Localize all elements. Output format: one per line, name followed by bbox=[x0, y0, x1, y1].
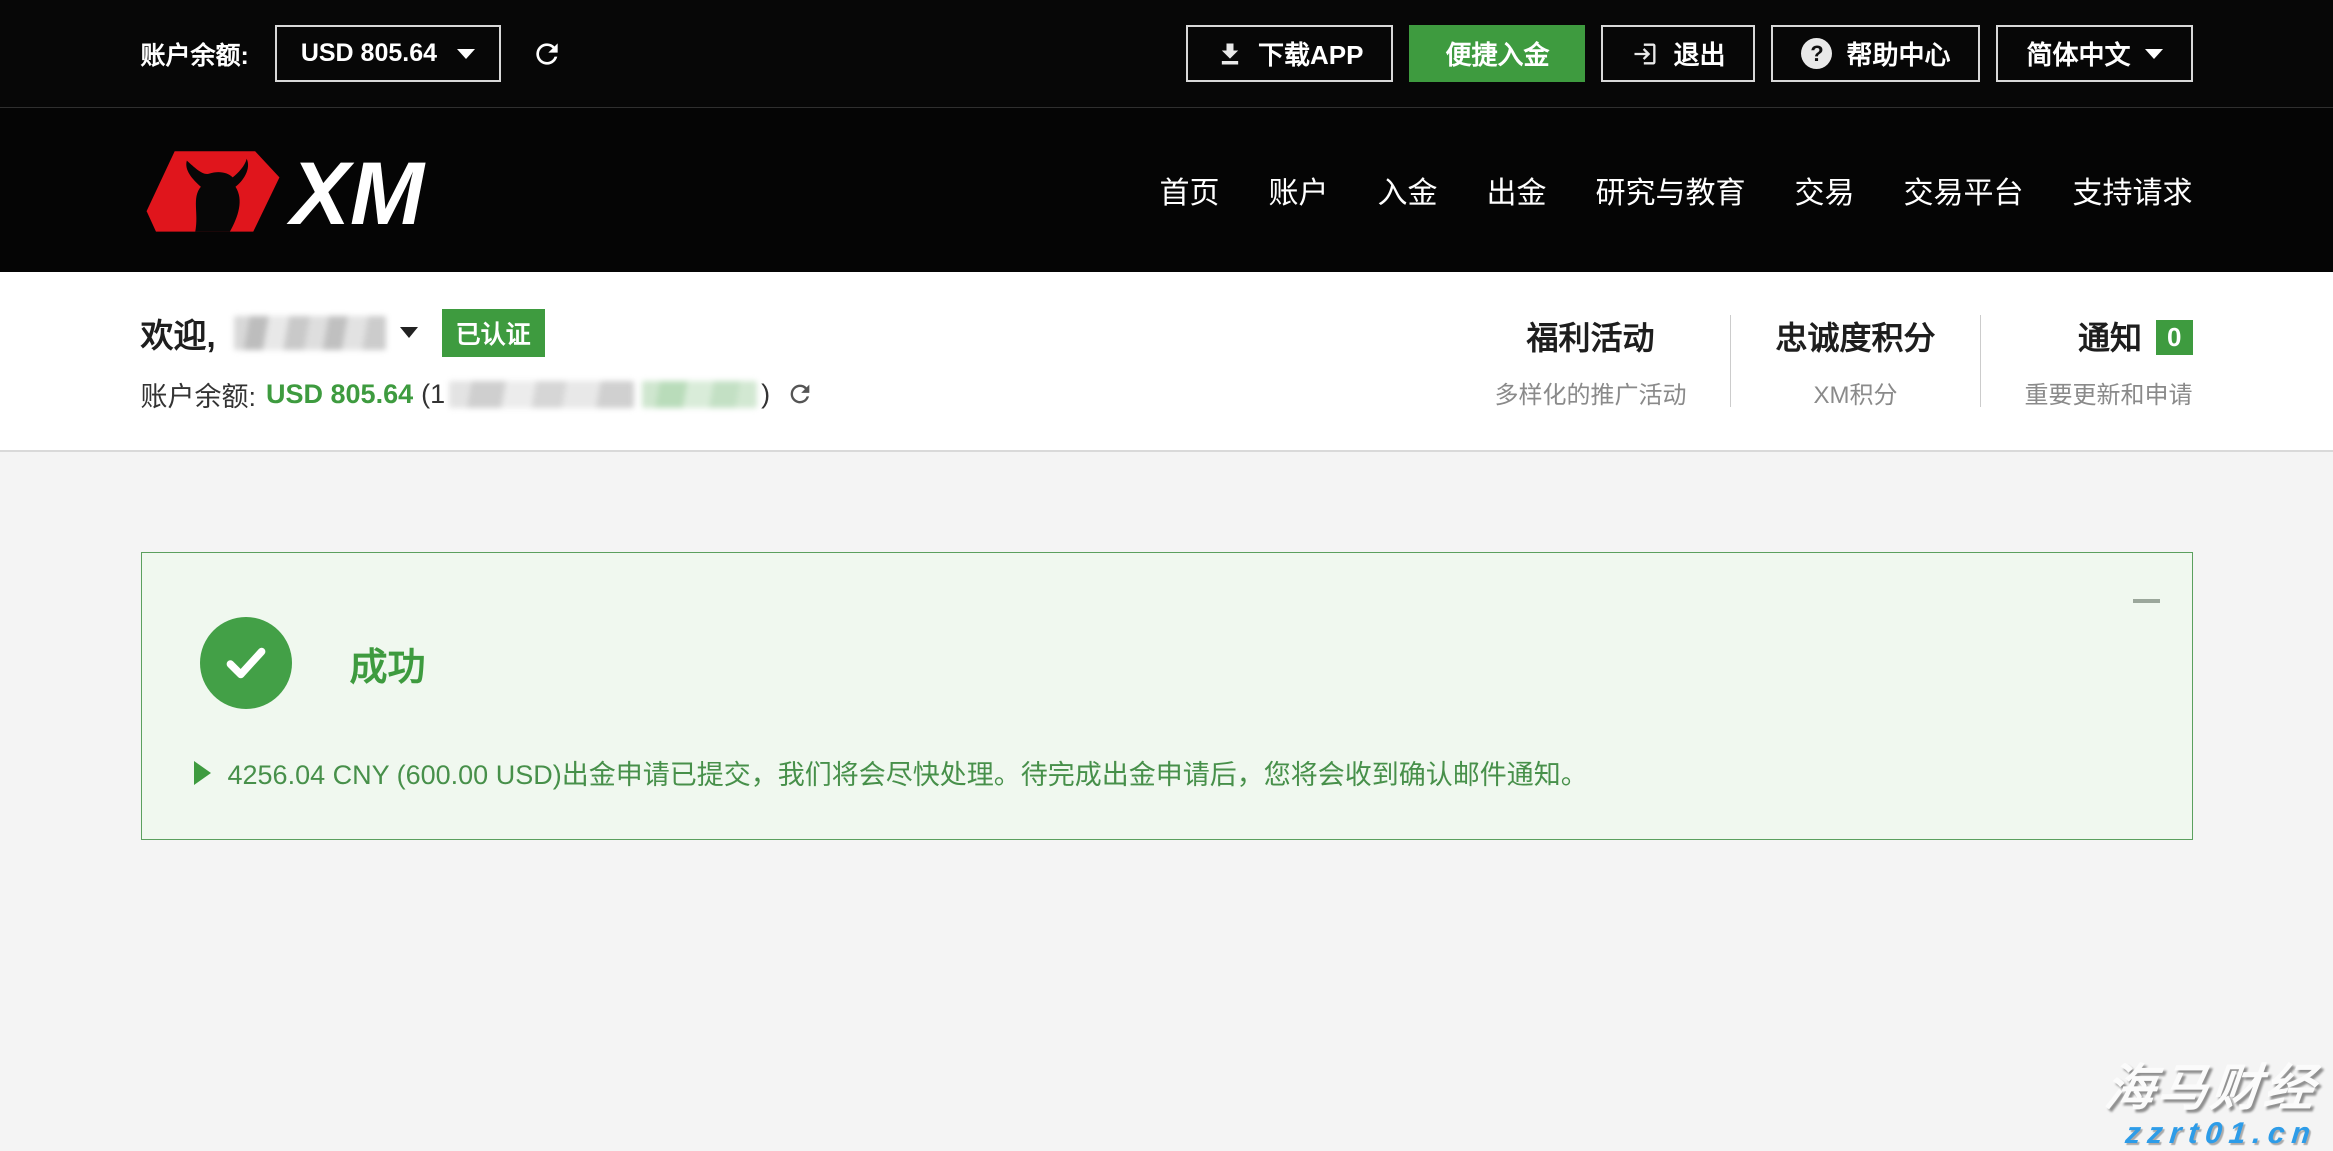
alert-message: 4256.04 CNY (600.00 USD)出金申请已提交，我们将会尽快处理… bbox=[228, 753, 1588, 792]
nav-item-withdrawal[interactable]: 出金 bbox=[1487, 168, 1547, 212]
verified-badge: 已认证 bbox=[442, 309, 545, 357]
promotions-subtitle: 多样化的推广活动 bbox=[1494, 375, 1686, 410]
language-label: 简体中文 bbox=[2026, 35, 2130, 72]
nav-item-trading[interactable]: 交易 bbox=[1795, 168, 1855, 212]
greeting-text: 欢迎, bbox=[141, 309, 216, 357]
balance-value: USD 805.64 bbox=[301, 39, 437, 68]
loyalty-title: 忠诚度积分 bbox=[1775, 313, 1935, 359]
welcome-quick-links: 福利活动 多样化的推广活动 忠诚度积分 XM积分 通知 0 重要更新和申请 bbox=[1450, 313, 2192, 410]
chevron-down-icon bbox=[457, 49, 475, 59]
language-selector[interactable]: 简体中文 bbox=[1996, 25, 2192, 82]
nav-item-platforms[interactable]: 交易平台 bbox=[1904, 168, 2024, 212]
main-navbar: XM 首页 账户 入金 出金 研究与教育 交易 交易平台 支持请求 bbox=[0, 107, 2333, 272]
notification-count-badge: 0 bbox=[2156, 320, 2192, 355]
notifications-label: 通知 bbox=[2078, 320, 2142, 356]
notifications-link[interactable]: 通知 0 重要更新和申请 bbox=[1981, 313, 2193, 410]
balance-label: 账户余额: bbox=[141, 375, 257, 414]
welcome-left: 欢迎, 已认证 账户余额: USD 805.64 (1 ) bbox=[141, 309, 815, 414]
promotions-link[interactable]: 福利活动 多样化的推广活动 bbox=[1450, 313, 1730, 410]
watermark: 海马财经 zzrt01.cn bbox=[2105, 1062, 2317, 1149]
top-utility-bar: 账户余额: USD 805.64 下载APP 便捷入金 退出 bbox=[0, 0, 2333, 107]
balance-label: 账户余额: bbox=[141, 36, 249, 72]
page-content: 成功 4256.04 CNY (600.00 USD)出金申请已提交，我们将会尽… bbox=[0, 552, 2333, 1151]
account-type-redacted bbox=[642, 381, 757, 408]
download-app-label: 下载APP bbox=[1258, 35, 1363, 72]
logout-button[interactable]: 退出 bbox=[1601, 25, 1755, 82]
account-holder-name-redacted bbox=[234, 316, 386, 350]
nav-item-deposit[interactable]: 入金 bbox=[1378, 168, 1438, 212]
logout-label: 退出 bbox=[1673, 35, 1725, 72]
watermark-url: zzrt01.cn bbox=[2103, 1118, 2318, 1150]
loyalty-points-link[interactable]: 忠诚度积分 XM积分 bbox=[1731, 313, 1979, 410]
help-center-label: 帮助中心 bbox=[1846, 35, 1950, 72]
quick-deposit-button[interactable]: 便捷入金 bbox=[1409, 25, 1585, 82]
nav-item-support[interactable]: 支持请求 bbox=[2073, 168, 2193, 212]
notifications-subtitle: 重要更新和申请 bbox=[2025, 375, 2193, 410]
alert-title: 成功 bbox=[350, 636, 426, 691]
question-icon: ? bbox=[1801, 38, 1832, 69]
collapse-alert-button[interactable] bbox=[2133, 599, 2160, 603]
refresh-balance-icon[interactable] bbox=[786, 380, 814, 408]
account-number-redacted bbox=[449, 381, 634, 408]
chevron-down-icon[interactable] bbox=[400, 327, 418, 338]
xm-logo[interactable]: XM bbox=[141, 143, 431, 238]
account-balance-dropdown[interactable]: USD 805.64 bbox=[275, 25, 501, 82]
primary-navigation: 首页 账户 入金 出金 研究与教育 交易 交易平台 支持请求 bbox=[1160, 168, 2193, 212]
bullet-triangle-icon bbox=[194, 761, 211, 785]
svg-text:XM: XM bbox=[285, 144, 425, 238]
promotions-title: 福利活动 bbox=[1494, 313, 1686, 359]
loyalty-subtitle: XM积分 bbox=[1775, 375, 1935, 410]
quick-deposit-label: 便捷入金 bbox=[1445, 35, 1549, 72]
download-icon bbox=[1216, 40, 1244, 68]
nav-item-research-education[interactable]: 研究与教育 bbox=[1596, 168, 1746, 212]
download-app-button[interactable]: 下载APP bbox=[1186, 25, 1393, 82]
watermark-brand: 海马财经 bbox=[2102, 1062, 2320, 1115]
welcome-strip: 欢迎, 已认证 账户余额: USD 805.64 (1 ) 福利活动 多样化的推 bbox=[0, 272, 2333, 452]
success-alert: 成功 4256.04 CNY (600.00 USD)出金申请已提交，我们将会尽… bbox=[141, 552, 2193, 840]
account-number-prefix: (1 bbox=[421, 379, 445, 410]
nav-item-account[interactable]: 账户 bbox=[1269, 168, 1329, 212]
notifications-title: 通知 0 bbox=[2025, 313, 2193, 359]
refresh-balance-icon[interactable] bbox=[531, 38, 563, 70]
topbar-actions: 下载APP 便捷入金 退出 ? 帮助中心 简体中文 bbox=[1186, 25, 2193, 82]
account-number-suffix: ) bbox=[761, 379, 770, 410]
help-center-button[interactable]: ? 帮助中心 bbox=[1771, 25, 1980, 82]
logout-icon bbox=[1631, 40, 1659, 68]
nav-item-home[interactable]: 首页 bbox=[1160, 168, 1220, 212]
chevron-down-icon bbox=[2145, 49, 2163, 59]
balance-value: USD 805.64 bbox=[266, 379, 413, 410]
success-check-icon bbox=[200, 617, 292, 709]
